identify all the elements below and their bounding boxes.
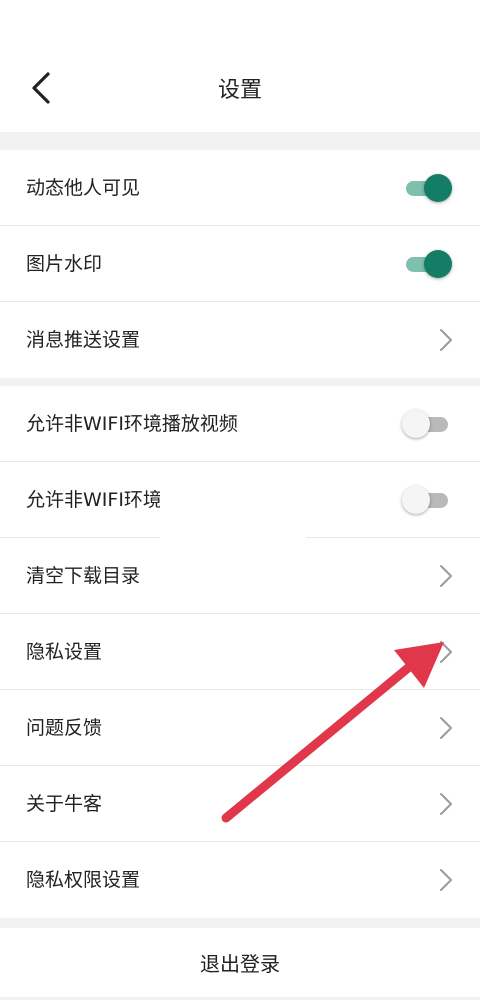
setting-label: 隐私权限设置 xyxy=(26,869,141,891)
toggle-knob xyxy=(402,410,430,438)
logout-button[interactable]: 退出登录 xyxy=(0,928,480,997)
setting-row-push-settings[interactable]: 消息推送设置 xyxy=(0,302,480,378)
chevron-right-icon xyxy=(440,565,452,587)
header-bar: 设置 xyxy=(0,0,480,132)
chevron-right-icon xyxy=(440,793,452,815)
image-watermark-toggle[interactable] xyxy=(404,250,452,278)
setting-row-privacy[interactable]: 隐私设置 xyxy=(0,614,480,690)
chevron-right-icon xyxy=(440,869,452,891)
setting-label: 关于牛客 xyxy=(26,793,103,815)
setting-row-feedback[interactable]: 问题反馈 xyxy=(0,690,480,766)
setting-label: 消息推送设置 xyxy=(26,329,141,351)
setting-label: 允许非WIFI环境播放视频 xyxy=(26,413,238,435)
page-title: 设置 xyxy=(217,78,262,103)
occlusion-patch xyxy=(160,462,306,554)
nonwifi-video-toggle[interactable] xyxy=(402,410,450,438)
chevron-right-icon xyxy=(440,329,452,351)
dynamic-visible-toggle[interactable] xyxy=(404,174,452,202)
setting-row-nonwifi-video: 允许非WIFI环境播放视频 xyxy=(0,386,480,462)
settings-group-1: 动态他人可见 图片水印 消息推送设置 xyxy=(0,150,480,378)
toggle-knob xyxy=(424,174,452,202)
setting-row-privacy-permissions[interactable]: 隐私权限设置 xyxy=(0,842,480,918)
toggle-knob xyxy=(402,486,430,514)
setting-row-image-watermark: 图片水印 xyxy=(0,226,480,302)
chevron-right-icon xyxy=(440,717,452,739)
setting-row-dynamic-visible: 动态他人可见 xyxy=(0,150,480,226)
setting-label: 问题反馈 xyxy=(26,717,103,739)
setting-label: 隐私设置 xyxy=(26,641,103,663)
setting-label: 清空下载目录 xyxy=(26,565,141,587)
setting-row-about[interactable]: 关于牛客 xyxy=(0,766,480,842)
setting-label: 允许非WIFI环境 xyxy=(26,489,162,511)
setting-label: 图片水印 xyxy=(26,253,103,275)
chevron-right-icon xyxy=(440,641,452,663)
toggle-knob xyxy=(424,250,452,278)
setting-label: 动态他人可见 xyxy=(26,177,141,199)
nonwifi-download-toggle[interactable] xyxy=(402,486,450,514)
